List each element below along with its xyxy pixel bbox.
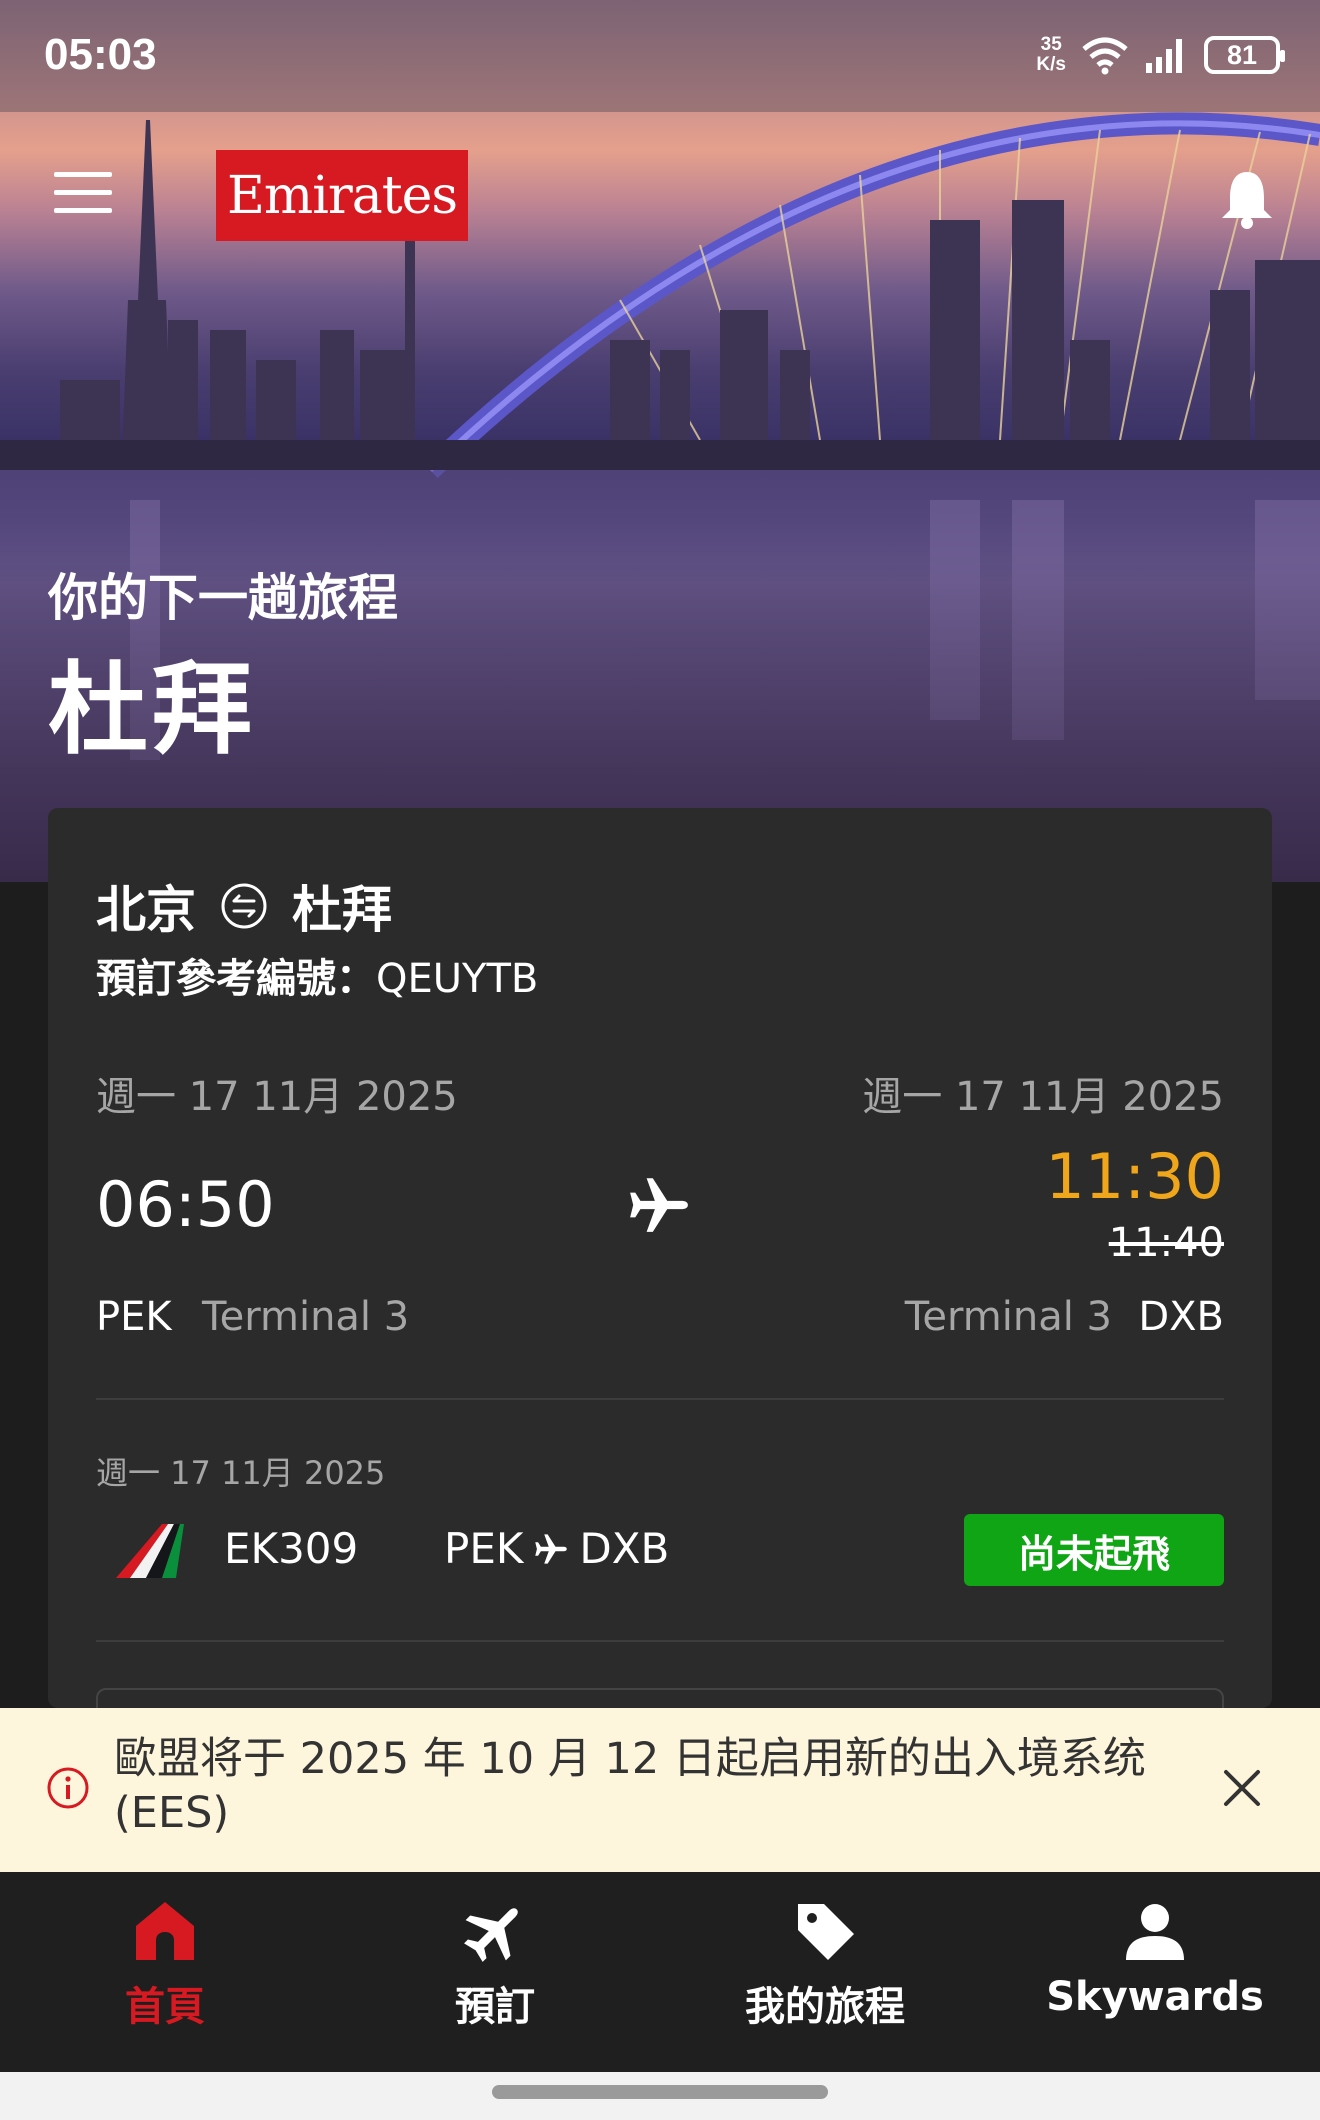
info-icon: [47, 1767, 89, 1809]
booking-reference: 預訂參考編號：QEUYTB: [96, 946, 538, 1004]
menu-icon[interactable]: [54, 172, 112, 214]
trip-route: 北京 杜拜: [96, 870, 392, 942]
bottom-navigation: 首頁 預訂 我的旅程 Skywards: [0, 1872, 1320, 2072]
nav-label-book: 預訂: [455, 1984, 535, 2030]
nav-label-my-trips: 我的旅程: [745, 1984, 905, 2030]
departure-terminal: Terminal 3: [202, 1294, 410, 1340]
nav-my-trips[interactable]: 我的旅程: [660, 1872, 990, 2032]
nav-label-skywards: Skywards: [1046, 1974, 1264, 2020]
divider: [96, 1640, 1224, 1642]
banner-message[interactable]: 歐盟将于 2025 年 10 月 12 日起启用新的出入境系统 (EES): [114, 1732, 1174, 1840]
emirates-tail-logo: [116, 1524, 184, 1578]
emirates-logo: Emirates: [216, 150, 468, 241]
nav-home[interactable]: 首頁: [0, 1872, 330, 2032]
arrival-date: 週一 17 11月 2025: [862, 1074, 1224, 1120]
status-time: 05:03: [44, 30, 157, 79]
flight-number: EK309: [224, 1524, 359, 1573]
segment-route: PEK DXB: [444, 1524, 669, 1573]
home-icon: [136, 1902, 194, 1960]
small-airplane-icon: [535, 1533, 568, 1564]
booking-ref-label: 預訂參考編號：: [96, 956, 376, 1002]
hero-destination: 杜拜: [48, 651, 256, 768]
arrival-airport: DXB: [1138, 1294, 1224, 1340]
home-indicator[interactable]: [492, 2085, 828, 2099]
departure-date: 週一 17 11月 2025: [96, 1074, 458, 1120]
route-origin: 北京: [96, 881, 196, 939]
trip-card[interactable]: 北京 杜拜 預訂參考編號：QEUYTB 週一 17 11月 2025 週一 17…: [48, 808, 1272, 1708]
flight-status-badge: 尚未起飛: [964, 1514, 1224, 1586]
wifi-icon: [1082, 37, 1128, 75]
segment-from: PEK: [444, 1524, 524, 1573]
segment-to: DXB: [579, 1524, 670, 1573]
divider: [96, 1398, 1224, 1400]
person-icon: [1126, 1904, 1184, 1960]
arrival-time-updated: 11:30: [1045, 1140, 1224, 1213]
nav-book[interactable]: 預訂: [330, 1872, 660, 2032]
arrival-time-original: 11:40: [1108, 1220, 1224, 1266]
departure-time: 06:50: [96, 1168, 275, 1241]
next-section-box: [96, 1688, 1224, 1708]
tag-icon: [798, 1904, 854, 1960]
booking-ref-code: QEUYTB: [376, 956, 539, 1002]
airplane-icon: [630, 1178, 688, 1232]
route-destination: 杜拜: [292, 881, 392, 939]
next-trip-label: 你的下一趟旅程: [48, 569, 398, 627]
signal-icon: [1146, 39, 1182, 73]
nav-label-home: 首頁: [125, 1984, 205, 2030]
status-bar: 05:03 35 K/s 81: [0, 0, 1320, 112]
network-speed: 35 K/s: [1036, 34, 1066, 75]
plane-icon: [464, 1908, 518, 1962]
notification-bell-icon[interactable]: [1218, 166, 1276, 230]
battery-indicator: 81: [1204, 36, 1285, 74]
departure-airport: PEK: [96, 1294, 172, 1340]
nav-skywards[interactable]: Skywards: [990, 1872, 1320, 2032]
round-trip-icon: [221, 883, 267, 929]
segment-date: 週一 17 11月 2025: [96, 1454, 386, 1492]
close-icon[interactable]: [1220, 1766, 1264, 1810]
arrival-terminal: Terminal 3: [904, 1294, 1112, 1340]
